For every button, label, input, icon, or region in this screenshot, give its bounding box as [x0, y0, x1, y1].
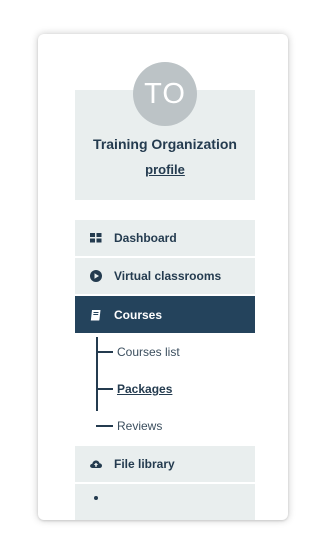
sidebar-item-partial[interactable]: [75, 484, 255, 520]
sidebar-item-virtual-classrooms[interactable]: Virtual classrooms: [75, 258, 255, 294]
sidebar-item-label: File library: [114, 457, 175, 471]
tree-branch: [96, 351, 113, 353]
cropped-icon: [94, 496, 98, 500]
submenu-item-label: Reviews: [117, 419, 163, 433]
sidebar-item-label: Dashboard: [114, 231, 177, 245]
tree-branch: [96, 388, 113, 390]
submenu-item-reviews[interactable]: Reviews: [96, 418, 162, 434]
avatar[interactable]: TO: [133, 62, 197, 126]
submenu-item-label: Courses list: [117, 345, 180, 359]
sidebar-item-dashboard[interactable]: Dashboard: [75, 220, 255, 256]
sidebar-item-courses[interactable]: Courses: [75, 296, 255, 333]
submenu-item-label: Packages: [117, 382, 173, 396]
play-circle-icon: [90, 270, 102, 282]
submenu-item-courses-list[interactable]: Courses list: [96, 344, 180, 360]
sidebar-item-file-library[interactable]: File library: [75, 446, 255, 482]
cloud-upload-icon: [90, 460, 102, 468]
tree-branch: [96, 425, 113, 427]
sidebar-card: TO Training Organization profile Dashboa…: [38, 34, 288, 520]
submenu-item-packages[interactable]: Packages: [96, 381, 172, 397]
sidebar-item-label: Courses: [114, 307, 163, 322]
sidebar-item-label: Virtual classrooms: [114, 269, 222, 283]
organization-name: Training Organization: [93, 136, 237, 152]
profile-link[interactable]: profile: [75, 162, 255, 177]
book-icon: [90, 309, 101, 320]
grid-icon: [90, 233, 102, 243]
